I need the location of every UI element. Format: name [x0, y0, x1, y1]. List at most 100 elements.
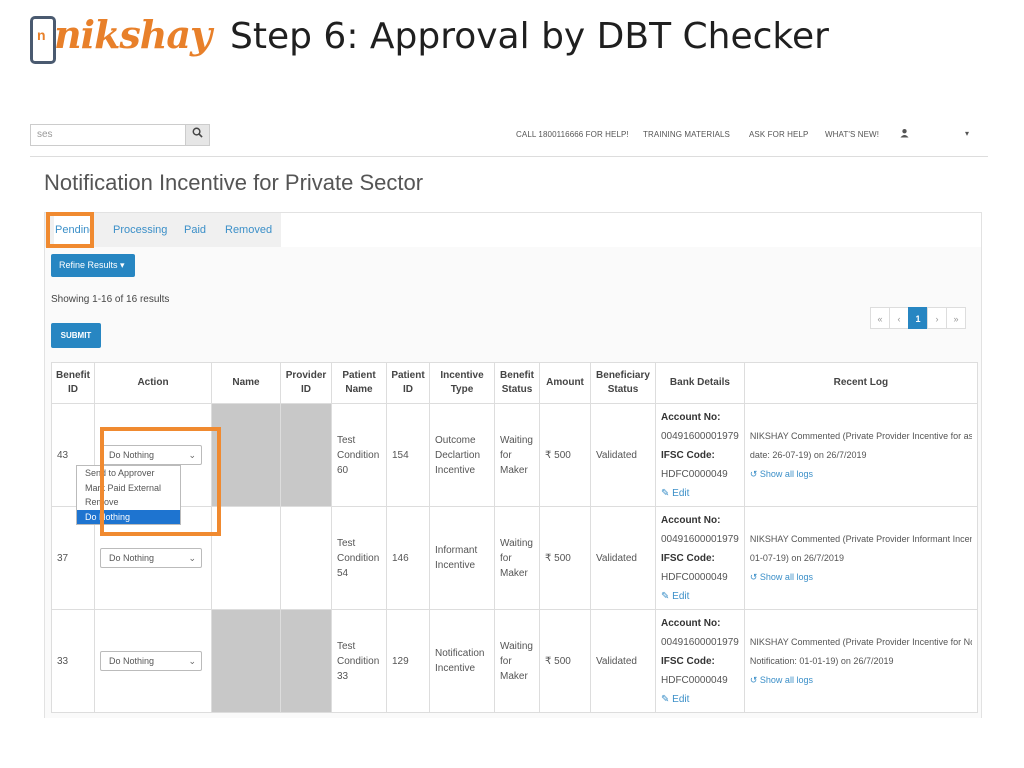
col-incentive-type: Incentive Type: [429, 362, 495, 404]
recent-log-cell: NIKSHAY Commented (Private Provider Ince…: [743, 609, 978, 713]
col-benefit-id: Benefit ID: [51, 362, 95, 404]
log-line: NIKSHAY Commented (Private Provider Ince…: [749, 636, 972, 647]
search-icon[interactable]: [185, 124, 210, 146]
chevron-down-icon: ⌄: [188, 656, 196, 666]
col-name: Name: [211, 362, 281, 404]
pagination: « ‹ 1 › »: [870, 307, 966, 329]
bank-details-cell: Account No: 00491600001979 IFSC Code: HD…: [655, 403, 745, 507]
user-menu-caret-icon[interactable]: ▾: [965, 129, 969, 138]
highlight-pending-tab: [46, 212, 94, 248]
nikshay-logo: n nikshay: [30, 12, 212, 74]
amount-cell: ₹ 500: [539, 506, 591, 610]
col-benefit-status: Benefit Status: [494, 362, 540, 404]
user-icon[interactable]: [900, 128, 909, 140]
col-patient-id: Patient ID: [386, 362, 430, 404]
name-cell-redacted: [211, 609, 281, 713]
refine-results-button[interactable]: Refine Results ▾: [51, 254, 135, 277]
screenshot: ses CALL 1800116666 FOR HELP! TRAINING M…: [30, 118, 988, 718]
nav-training-materials[interactable]: TRAINING MATERIALS: [643, 130, 730, 139]
provider-id-cell: [280, 506, 332, 610]
log-line: date: 26-07-19) on 26/7/2019: [749, 449, 867, 460]
table-header-row: Benefit ID Action Name Provider ID Patie…: [51, 362, 978, 404]
tab-processing[interactable]: Processing: [113, 224, 167, 236]
page-title: Notification Incentive for Private Secto…: [44, 170, 424, 195]
show-all-logs-link[interactable]: ↺ Show all logs: [750, 568, 972, 587]
prev-page-button[interactable]: ‹: [889, 307, 909, 329]
recent-log-cell: NIKSHAY Commented (Private Provider Ince…: [743, 403, 978, 507]
tab-paid[interactable]: Paid: [184, 224, 206, 236]
bank-details-cell: Account No: 00491600001979 IFSC Code: HD…: [655, 609, 745, 713]
slide-title: Step 6: Approval by DBT Checker: [230, 16, 829, 57]
col-bank-details: Bank Details: [655, 362, 745, 404]
col-amount: Amount: [539, 362, 591, 404]
bank-details-cell: Account No: 00491600001979 IFSC Code: HD…: [655, 506, 745, 610]
chevron-down-icon: ⌄: [188, 553, 196, 563]
col-action: Action: [94, 362, 212, 404]
results-count: Showing 1-16 of 16 results: [51, 294, 170, 305]
patient-name-cell: Test Condition 60: [331, 403, 387, 507]
tab-removed[interactable]: Removed: [225, 224, 272, 236]
last-page-button[interactable]: »: [946, 307, 966, 329]
show-all-logs-link[interactable]: ↺ Show all logs: [750, 465, 972, 484]
benefit-status-cell: Waiting for Maker: [494, 506, 540, 610]
ifsc-code: HDFC0000049: [661, 674, 728, 686]
page-1-button[interactable]: 1: [908, 307, 928, 329]
ifsc-code: HDFC0000049: [661, 571, 728, 583]
table-row: 33 Do Nothing ⌄ Test Condition 33 129 Not…: [51, 609, 978, 713]
action-select[interactable]: Do Nothing ⌄: [100, 651, 202, 671]
top-bar: ses CALL 1800116666 FOR HELP! TRAINING M…: [30, 118, 988, 157]
show-all-logs-link[interactable]: ↺ Show all logs: [750, 671, 972, 690]
name-cell-redacted: [211, 403, 281, 507]
provider-id-cell-redacted: [280, 609, 332, 713]
beneficiary-status-cell: Validated: [590, 403, 656, 507]
account-number: 00491600001979: [661, 636, 739, 648]
log-line: Notification: 01-01-19) on 26/7/2019: [749, 655, 894, 666]
account-number: 00491600001979: [661, 430, 739, 442]
provider-id-cell-redacted: [280, 403, 332, 507]
patient-id-cell: 129: [386, 609, 430, 713]
incentive-type-cell: Informant Incentive: [429, 506, 495, 610]
patient-name-cell: Test Condition 54: [331, 506, 387, 610]
name-cell: [211, 506, 281, 610]
benefits-table: Benefit ID Action Name Provider ID Patie…: [51, 362, 978, 713]
phone-icon: n: [30, 16, 56, 64]
benefit-status-cell: Waiting for Maker: [494, 403, 540, 507]
log-line: NIKSHAY Commented (Private Provider Ince…: [749, 430, 972, 441]
log-line: 01-07-19) on 26/7/2019: [749, 552, 844, 563]
submit-button[interactable]: SUBMIT: [51, 323, 101, 348]
search-input[interactable]: ses: [30, 124, 185, 146]
beneficiary-status-cell: Validated: [590, 506, 656, 610]
account-number: 00491600001979: [661, 533, 739, 545]
nav-call-help[interactable]: CALL 1800116666 FOR HELP!: [516, 130, 629, 139]
col-recent-log: Recent Log: [743, 362, 978, 404]
nav-ask-for-help[interactable]: ASK FOR HELP: [749, 130, 808, 139]
col-provider-id: Provider ID: [280, 362, 332, 404]
recent-log-cell: NIKSHAY Commented (Private Provider Info…: [743, 506, 978, 610]
amount-cell: ₹ 500: [539, 403, 591, 507]
patient-id-cell: 154: [386, 403, 430, 507]
patient-id-cell: 146: [386, 506, 430, 610]
benefit-id-cell: 33: [51, 609, 95, 713]
next-page-button[interactable]: ›: [927, 307, 947, 329]
tab-bar: Pending Processing Paid Removed: [45, 213, 981, 248]
log-line: NIKSHAY Commented (Private Provider Info…: [749, 533, 972, 544]
action-cell: Do Nothing ⌄: [94, 609, 212, 713]
incentive-type-cell: Notification Incentive: [429, 609, 495, 713]
amount-cell: ₹ 500: [539, 609, 591, 713]
action-select[interactable]: Do Nothing ⌄: [100, 548, 202, 568]
chevron-down-icon: ▾: [120, 260, 125, 270]
col-beneficiary-status: Beneficiary Status: [590, 362, 656, 404]
nav-whats-new[interactable]: WHAT'S NEW!: [825, 130, 879, 139]
edit-link[interactable]: ✎ Edit: [661, 694, 689, 705]
highlight-action-dropdown: [100, 427, 221, 536]
patient-name-cell: Test Condition 33: [331, 609, 387, 713]
logo-text: nikshay: [54, 12, 212, 57]
incentive-type-cell: Outcome Declartion Incentive: [429, 403, 495, 507]
benefit-status-cell: Waiting for Maker: [494, 609, 540, 713]
ifsc-code: HDFC0000049: [661, 468, 728, 480]
edit-link[interactable]: ✎ Edit: [661, 591, 689, 602]
col-patient-name: Patient Name: [331, 362, 387, 404]
first-page-button[interactable]: «: [870, 307, 890, 329]
edit-link[interactable]: ✎ Edit: [661, 488, 689, 499]
beneficiary-status-cell: Validated: [590, 609, 656, 713]
